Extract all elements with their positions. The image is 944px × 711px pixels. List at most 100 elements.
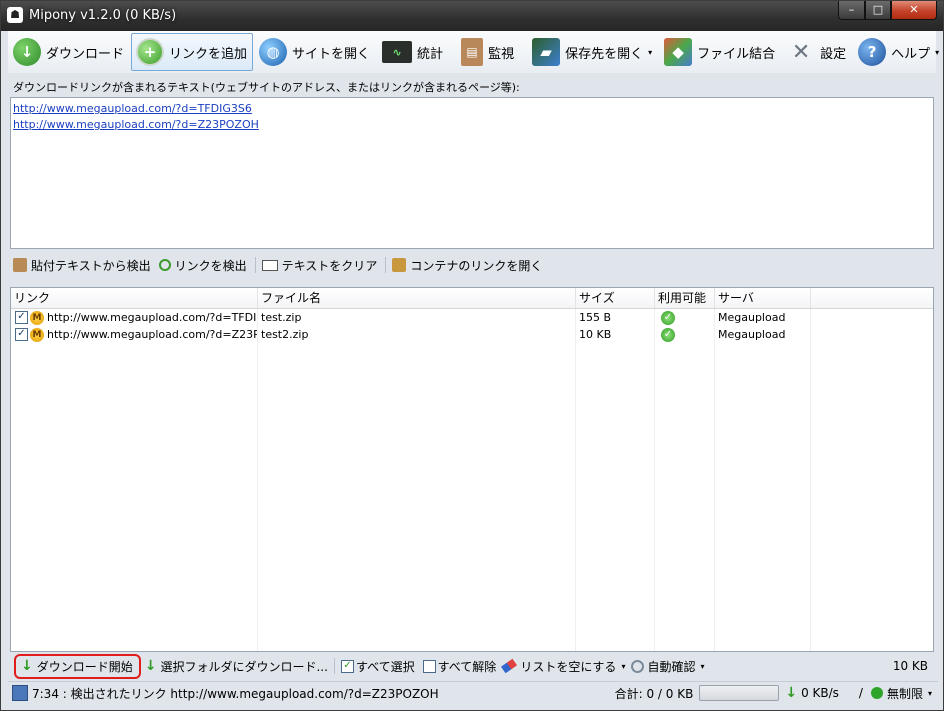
box-icon	[392, 258, 407, 272]
unchecked-box-icon	[422, 659, 436, 673]
download-button[interactable]: ↓ ダウンロード	[8, 33, 130, 71]
detect-from-paste-label: 貼付テキストから検出	[31, 258, 151, 273]
help-button[interactable]: ? ヘルプ ▾	[853, 33, 944, 71]
clear-text-button[interactable]: テキストをクリア	[261, 257, 377, 274]
column-header-link[interactable]: リンク	[11, 288, 258, 308]
log-icon[interactable]	[12, 685, 28, 701]
table-row[interactable]: ✓ M http://www.megaupload.com/?d=TFDI...…	[11, 309, 933, 326]
add-link-label: リンクを追加	[169, 46, 248, 62]
column-header-filler	[811, 288, 933, 308]
clipboard-icon: ▤	[461, 38, 484, 66]
magnifier-icon	[631, 659, 645, 673]
subbar-separator	[254, 257, 256, 273]
open-container-links-button[interactable]: コンテナのリンクを開く	[392, 257, 542, 274]
file-join-label: ファイル結合	[697, 46, 776, 62]
chevron-down-icon[interactable]: ▾	[700, 662, 704, 671]
list-body: ✓ M http://www.megaupload.com/?d=TFDI...…	[11, 309, 933, 651]
close-button[interactable]: ✕	[891, 1, 937, 20]
detect-from-paste-button[interactable]: 貼付テキストから検出	[13, 257, 151, 274]
maximize-button[interactable]: □	[865, 1, 891, 20]
column-header-size[interactable]: サイズ	[576, 288, 655, 308]
clear-list-button[interactable]: リストを空にする ▾	[501, 658, 625, 675]
magnifier-icon	[158, 259, 171, 271]
pasted-link[interactable]: http://www.megaupload.com/?d=TFDIG3S6	[13, 101, 931, 117]
file-name: test.zip	[261, 311, 302, 324]
app-icon[interactable]: ☗	[7, 7, 23, 23]
speed-limit-icon	[870, 687, 883, 699]
speed-limit-value: 無制限	[886, 686, 923, 701]
title-bar: ☗ Mipony v1.2.0 (0 KB/s) – □ ✕	[1, 1, 943, 31]
total-size: 10 KB	[892, 659, 928, 673]
chevron-down-icon[interactable]: ▾	[621, 662, 625, 671]
download-label: ダウンロード	[46, 46, 125, 62]
megaupload-icon: M	[30, 310, 44, 325]
available-check-icon: ✓	[661, 328, 675, 342]
start-download-button[interactable]: ↓ ダウンロード開始	[14, 653, 141, 679]
pasted-link[interactable]: http://www.megaupload.com/?d=Z23POZOH	[13, 117, 931, 133]
status-bar: 7:34 : 検出されたリンク http://www.megaupload.co…	[8, 681, 938, 704]
detect-links-label: リンクを検出	[174, 258, 247, 273]
link-url: http://www.megaupload.com/?d=TFDI...	[47, 311, 258, 324]
column-header-file[interactable]: ファイル名	[258, 288, 576, 308]
monitor-button[interactable]: ▤ 監視	[456, 33, 520, 71]
download-to-folder-label: 選択フォルダにダウンロード...	[160, 659, 328, 674]
row-checkbox[interactable]: ✓	[15, 311, 28, 324]
megaupload-icon: M	[30, 327, 44, 342]
file-join-button[interactable]: ◆ ファイル結合	[659, 33, 781, 71]
stats-button[interactable]: ∿ 統計	[377, 33, 449, 71]
chevron-down-icon: ▾	[927, 688, 932, 698]
open-container-links-label: コンテナのリンクを開く	[410, 258, 543, 273]
detect-links-button[interactable]: リンクを検出	[158, 257, 247, 274]
monitor-label: 監視	[488, 46, 515, 62]
main-window: ☗ Mipony v1.2.0 (0 KB/s) – □ ✕ ↓ ダウンロード …	[0, 0, 944, 711]
file-size: 155 B	[579, 311, 612, 324]
total-progress-text: 合計: 0 / 0 KB	[614, 686, 694, 701]
deselect-all-label: すべて解除	[437, 659, 497, 674]
available-check-icon: ✓	[661, 311, 675, 325]
status-separator: /	[858, 686, 863, 700]
open-save-folder-label: 保存先を開く	[565, 46, 644, 62]
paste-text-area[interactable]: http://www.megaupload.com/?d=TFDIG3S6 ht…	[10, 97, 934, 249]
help-icon: ?	[858, 38, 887, 66]
subbar-separator	[385, 257, 387, 273]
minimize-button[interactable]: –	[838, 1, 865, 20]
file-name: test2.zip	[261, 328, 309, 341]
settings-button[interactable]: ✕ 設定	[782, 33, 852, 71]
open-site-button[interactable]: ◍ サイトを開く	[254, 33, 376, 71]
textbox-icon	[261, 259, 278, 271]
speed-limit-dropdown[interactable]: 無制限 ▾	[870, 685, 932, 702]
server-name: Megaupload	[718, 328, 786, 341]
auto-check-button[interactable]: 自動確認 ▾	[631, 658, 704, 675]
clear-list-label: リストを空にする	[520, 659, 617, 674]
download-speed: ↓ 0 KB/s	[785, 685, 839, 701]
select-all-button[interactable]: ✓ すべて選択	[339, 658, 415, 675]
link-cell: ✓ M http://www.megaupload.com/?d=Z23P...	[11, 327, 258, 342]
column-gridline	[575, 309, 576, 651]
link-url: http://www.megaupload.com/?d=Z23P...	[47, 328, 258, 341]
download-to-folder-button[interactable]: ↓ 選択フォルダにダウンロード...	[145, 658, 328, 675]
file-size: 10 KB	[579, 328, 612, 341]
add-link-button[interactable]: + リンクを追加	[131, 33, 254, 71]
column-gridline	[654, 309, 655, 651]
column-header-available[interactable]: 利用可能	[655, 288, 715, 308]
chevron-down-icon[interactable]: ▾	[648, 48, 652, 57]
start-download-label: ダウンロード開始	[36, 659, 133, 674]
link-cell: ✓ M http://www.megaupload.com/?d=TFDI...	[11, 310, 258, 325]
column-header-server[interactable]: サーバ	[715, 288, 811, 308]
row-checkbox[interactable]: ✓	[15, 328, 28, 341]
deselect-all-button[interactable]: すべて解除	[421, 658, 497, 675]
add-link-icon: +	[136, 38, 165, 66]
select-all-label: すべて選択	[355, 659, 415, 674]
window-controls: – □ ✕	[838, 1, 937, 21]
table-row[interactable]: ✓ M http://www.megaupload.com/?d=Z23P...…	[11, 326, 933, 343]
eraser-icon	[501, 658, 518, 674]
folder-download-icon: ↓	[144, 658, 157, 674]
links-list[interactable]: リンク ファイル名 サイズ 利用可能 サーバ ✓ M http://www.me…	[10, 287, 934, 652]
folder-open-icon: ▰	[532, 38, 561, 66]
list-header: リンク ファイル名 サイズ 利用可能 サーバ	[11, 288, 933, 309]
chevron-down-icon[interactable]: ▾	[935, 48, 939, 57]
paste-text-hint: ダウンロードリンクが含まれるテキスト(ウェブサイトのアドレス、またはリンクが含ま…	[13, 81, 520, 94]
list-actions-bar: ↓ ダウンロード開始 ↓ 選択フォルダにダウンロード... ✓ すべて選択 すべ…	[12, 653, 936, 679]
open-save-folder-button[interactable]: ▰ 保存先を開く ▾	[527, 33, 658, 71]
column-gridline	[810, 309, 811, 651]
